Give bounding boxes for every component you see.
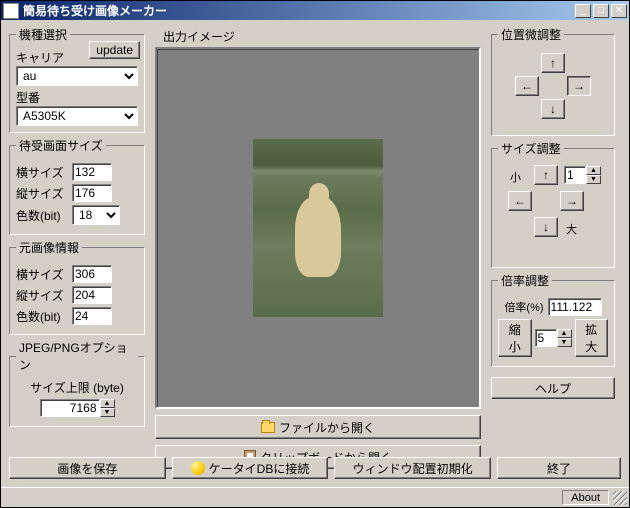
jpeg-options-legend: JPEG/PNGオプション xyxy=(16,339,138,373)
size-limit-input[interactable] xyxy=(40,399,100,417)
size-adjust-group: サイズ調整 小 ↑ ▲▼ ← → ↓ 大 xyxy=(491,140,615,268)
main-window: 簡易待ち受け画像メーカー _ □ ✕ 機種選択 update キャリア au 型… xyxy=(0,0,630,508)
size-up-button[interactable]: ↑ xyxy=(534,165,558,185)
output-image-label: 出力イメージ xyxy=(163,28,481,45)
minimize-button[interactable]: _ xyxy=(575,4,591,18)
source-h-input[interactable] xyxy=(72,286,112,304)
source-bits-input[interactable] xyxy=(72,307,112,325)
ratio-step-up[interactable]: ▲ xyxy=(557,329,572,338)
exit-button[interactable]: 終了 xyxy=(497,457,621,479)
screen-h-label: 縦サイズ xyxy=(16,185,68,202)
source-h-label: 縦サイズ xyxy=(16,287,68,304)
position-adjust-group: 位置微調整 ↑ ↓ ← → xyxy=(491,26,615,136)
about-status[interactable]: About xyxy=(562,490,609,505)
size-limit-label: サイズ上限 (byte) xyxy=(16,379,138,396)
maximize-button[interactable]: □ xyxy=(593,4,609,18)
ratio-step-down[interactable]: ▼ xyxy=(557,338,572,347)
open-file-button[interactable]: ファイルから開く xyxy=(155,415,481,439)
size-left-button[interactable]: ← xyxy=(508,191,532,211)
ratio-step-input[interactable] xyxy=(535,329,557,347)
size-adjust-legend: サイズ調整 xyxy=(498,140,564,157)
update-button[interactable]: update xyxy=(89,41,140,59)
screen-bits-select[interactable]: 18 xyxy=(72,205,120,225)
model-label: 型番 xyxy=(16,89,138,106)
ratio-adjust-legend: 倍率調整 xyxy=(498,272,552,289)
pos-down-button[interactable]: ↓ xyxy=(541,99,565,119)
position-adjust-legend: 位置微調整 xyxy=(498,26,564,43)
save-image-button[interactable]: 画像を保存 xyxy=(9,457,166,479)
screen-h-input[interactable] xyxy=(72,184,112,202)
source-w-label: 横サイズ xyxy=(16,266,68,283)
ratio-label: 倍率(%) xyxy=(504,299,543,315)
size-limit-up[interactable]: ▲ xyxy=(100,399,115,408)
size-limit-down[interactable]: ▼ xyxy=(100,408,115,417)
pos-up-button[interactable]: ↑ xyxy=(541,53,565,73)
globe-icon xyxy=(191,461,205,475)
help-button[interactable]: ヘルプ xyxy=(491,377,615,399)
size-step-down[interactable]: ▼ xyxy=(586,175,601,184)
ratio-adjust-group: 倍率調整 倍率(%) 縮小 ▲▼ 拡大 xyxy=(491,272,615,367)
jpeg-options-group: JPEG/PNGオプション サイズ上限 (byte) ▲▼ xyxy=(9,339,145,427)
enlarge-button[interactable]: 拡大 xyxy=(575,319,609,357)
titlebar: 簡易待ち受け画像メーカー _ □ ✕ xyxy=(1,1,629,20)
window-title: 簡易待ち受け画像メーカー xyxy=(23,2,575,19)
size-large-label: 大 xyxy=(566,221,577,237)
size-down-button[interactable]: ↓ xyxy=(534,217,558,237)
model-select[interactable]: A5305K xyxy=(16,106,138,126)
size-small-label: 小 xyxy=(510,169,521,185)
screen-bits-label: 色数(bit) xyxy=(16,207,68,224)
model-select-legend: 機種選択 xyxy=(16,26,70,43)
status-bar: About xyxy=(1,487,629,507)
screen-size-group: 待受画面サイズ 横サイズ 縦サイズ 色数(bit)18 xyxy=(9,137,145,235)
reset-layout-button[interactable]: ウィンドウ配置初期化 xyxy=(334,457,491,479)
pos-right-button[interactable]: → xyxy=(567,76,591,96)
source-w-input[interactable] xyxy=(72,265,112,283)
pos-left-button[interactable]: ← xyxy=(515,76,539,96)
model-select-group: 機種選択 update キャリア au 型番 A5305K xyxy=(9,26,145,133)
connect-db-button[interactable]: ケータイDBに接続 xyxy=(172,457,329,479)
preview-image xyxy=(253,139,383,317)
source-info-legend: 元画像情報 xyxy=(16,239,82,256)
screen-w-label: 横サイズ xyxy=(16,164,68,181)
screen-size-legend: 待受画面サイズ xyxy=(16,137,106,154)
folder-open-icon xyxy=(261,422,275,433)
size-step-input[interactable] xyxy=(564,166,586,184)
close-button[interactable]: ✕ xyxy=(611,4,627,18)
ratio-input[interactable] xyxy=(548,298,602,316)
size-right-button[interactable]: → xyxy=(560,191,584,211)
resize-grip-icon[interactable] xyxy=(613,491,627,505)
shrink-button[interactable]: 縮小 xyxy=(498,319,532,357)
client-area: 機種選択 update キャリア au 型番 A5305K 待受画面サイズ 横サ… xyxy=(1,20,629,507)
source-bits-label: 色数(bit) xyxy=(16,308,68,325)
screen-w-input[interactable] xyxy=(72,163,112,181)
carrier-select[interactable]: au xyxy=(16,66,138,86)
preview-area xyxy=(155,47,481,409)
size-step-up[interactable]: ▲ xyxy=(586,166,601,175)
source-info-group: 元画像情報 横サイズ 縦サイズ 色数(bit) xyxy=(9,239,145,335)
app-icon xyxy=(3,3,19,19)
